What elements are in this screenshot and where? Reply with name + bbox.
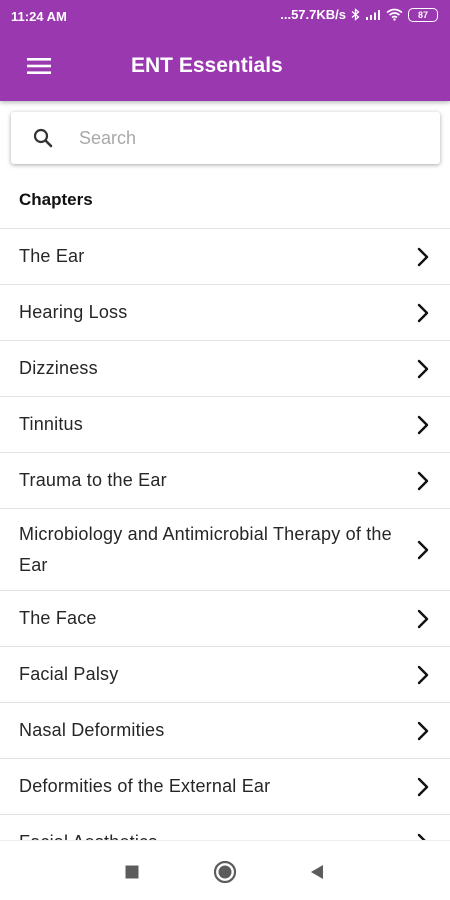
chevron-right-icon xyxy=(417,247,429,266)
chapter-label: Dizziness xyxy=(19,358,98,378)
chapter-item[interactable]: Facial Aesthetics xyxy=(0,814,450,840)
chapter-label: Facial Palsy xyxy=(19,664,119,684)
chevron-right-icon xyxy=(417,721,429,740)
chapter-item[interactable]: Hearing Loss xyxy=(0,284,450,340)
chapter-item[interactable]: Trauma to the Ear xyxy=(0,452,450,508)
chapter-label: Nasal Deformities xyxy=(19,720,165,740)
bluetooth-icon xyxy=(351,8,360,21)
chapter-label: Deformities of the External Ear xyxy=(19,776,271,796)
header: 11:24 AM ...57.7KB/s 87 ENT Essentials xyxy=(0,0,450,101)
signal-icon xyxy=(365,9,381,21)
triangle-back-icon xyxy=(311,865,323,879)
chevron-right-icon xyxy=(417,359,429,378)
chapter-list: The Ear Hearing Loss Dizziness Tinnitus … xyxy=(0,228,450,840)
chevron-right-icon xyxy=(417,609,429,628)
status-icons: ...57.7KB/s 87 xyxy=(280,7,438,22)
square-recent-apps-icon xyxy=(125,865,139,879)
chapter-label: Hearing Loss xyxy=(19,302,128,322)
app-bar: ENT Essentials xyxy=(0,32,450,101)
circle-home-icon xyxy=(213,860,237,884)
chapter-item[interactable]: Deformities of the External Ear xyxy=(0,758,450,814)
status-bar: 11:24 AM ...57.7KB/s 87 xyxy=(0,0,450,32)
chevron-right-icon xyxy=(417,471,429,490)
back-button[interactable] xyxy=(304,859,330,885)
system-nav-bar xyxy=(0,840,450,900)
chapter-item[interactable]: The Face xyxy=(0,590,450,646)
chapter-label: Tinnitus xyxy=(19,414,83,434)
chapters-heading: Chapters xyxy=(19,190,93,209)
battery-icon: 87 xyxy=(408,7,438,22)
chapter-item[interactable]: Microbiology and Antimicrobial Therapy o… xyxy=(0,508,450,590)
recent-apps-button[interactable] xyxy=(119,859,145,885)
chapter-label: Trauma to the Ear xyxy=(19,470,167,490)
chapter-item[interactable]: The Ear xyxy=(0,228,450,284)
hamburger-menu-icon xyxy=(27,58,51,74)
chevron-right-icon xyxy=(417,665,429,684)
network-speed: ...57.7KB/s xyxy=(280,7,346,22)
chapter-label: Microbiology and Antimicrobial Therapy o… xyxy=(19,523,392,575)
chapter-label: Facial Aesthetics xyxy=(19,827,399,840)
chapter-label: The Ear xyxy=(19,246,85,266)
chevron-right-icon xyxy=(417,777,429,796)
chevron-right-icon xyxy=(417,540,429,559)
app-title: ENT Essentials xyxy=(131,54,283,77)
chevron-right-icon xyxy=(417,415,429,434)
chapter-item[interactable]: Nasal Deformities xyxy=(0,702,450,758)
search-input[interactable] xyxy=(79,120,424,156)
chevron-right-icon xyxy=(417,303,429,322)
home-button[interactable] xyxy=(212,859,238,885)
menu-button[interactable] xyxy=(20,48,58,84)
wifi-icon xyxy=(386,8,403,21)
chapter-item[interactable]: Tinnitus xyxy=(0,396,450,452)
chapter-item[interactable]: Facial Palsy xyxy=(0,646,450,702)
chapter-item[interactable]: Dizziness xyxy=(0,340,450,396)
search-icon xyxy=(33,128,53,148)
chapter-label: The Face xyxy=(19,608,97,628)
search-bar[interactable] xyxy=(11,112,440,164)
chevron-right-icon xyxy=(417,833,427,840)
status-time: 11:24 AM xyxy=(11,9,67,24)
